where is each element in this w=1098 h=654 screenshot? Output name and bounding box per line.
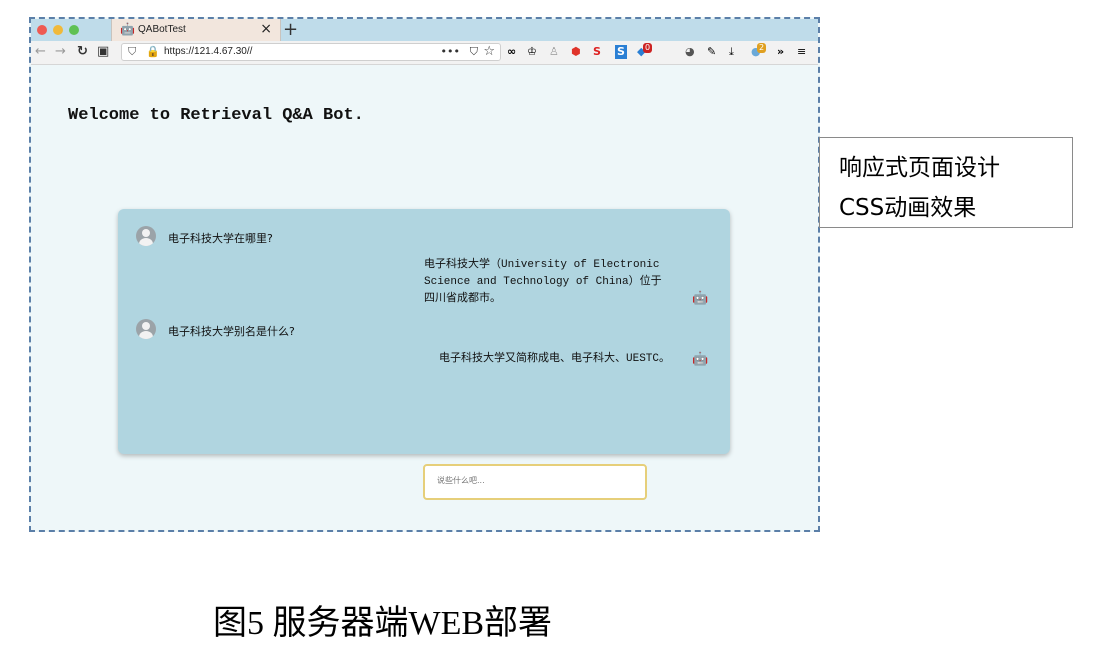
maximize-window-button[interactable] (69, 25, 79, 35)
tab-bar: 🤖 QABotTest × + (31, 19, 818, 41)
wrench-icon[interactable]: ✎ (707, 45, 716, 59)
puzzle-extension-icon[interactable]: ◆ 0 (637, 43, 653, 59)
browser-window: 🤖 QABotTest × + ← → ↻ ▣ ⛉ 🔒 https://121.… (29, 17, 820, 532)
bookmark-star-icon[interactable]: ☆ (483, 44, 495, 59)
globe-extension-icon[interactable]: ◕ (685, 45, 695, 59)
bot-message: 电子科技大学又简称成电、电子科大、UESTC。 (439, 351, 699, 368)
annotation-line: 响应式页面设计 (839, 155, 1000, 181)
forward-arrow-icon[interactable]: → (55, 44, 66, 60)
bot-message-line: Science and Technology of China）位于 (424, 276, 662, 288)
user-message: 电子科技大学在哪里? (168, 232, 273, 245)
figure-caption: 图5 服务器端WEB部署 (213, 605, 553, 642)
tab-title: QABotTest (138, 24, 186, 35)
user-avatar (136, 226, 156, 246)
tracking-shield-icon[interactable]: ⛉ (128, 45, 136, 59)
cloud-extension-icon[interactable]: ● 2 (751, 43, 767, 59)
annotation-box: 响应式页面设计 CSS动画效果 (819, 137, 1073, 228)
download-icon[interactable]: ⤓ (729, 45, 734, 59)
extension-badge-red: 0 (643, 43, 653, 53)
robot-icon: 🤖 (692, 291, 709, 306)
url-text[interactable]: https://121.4.67.30// (164, 46, 252, 57)
adblock-extension-icon[interactable]: ⬢ (571, 45, 581, 59)
new-tab-icon[interactable]: + (283, 19, 298, 41)
url-bar[interactable]: ⛉ 🔒 https://121.4.67.30// ••• ⛉ ☆ (121, 43, 501, 61)
bot-message-line: 四川省成都市。 (424, 293, 501, 305)
extension-icon[interactable]: ♔ (527, 45, 537, 59)
annotation-line: CSS动画效果 (839, 195, 977, 221)
bot-message-line: 电子科技大学又简称成电、电子科大、UESTC。 (439, 353, 671, 365)
page-actions-icon[interactable]: ••• (441, 45, 460, 58)
bot-message: 电子科技大学（University of Electronic Science … (424, 257, 694, 308)
pocket-icon[interactable]: ⛉ (470, 45, 478, 59)
close-tab-icon[interactable]: × (260, 21, 272, 37)
robot-icon: 🤖 (692, 352, 709, 367)
back-arrow-icon[interactable]: ← (35, 44, 46, 60)
chat-input-box[interactable] (423, 464, 647, 500)
hamburger-menu-icon[interactable]: ≡ (797, 45, 806, 59)
insecure-lock-icon[interactable]: 🔒 (146, 45, 160, 58)
s-blue-extension-icon[interactable]: S (615, 45, 627, 59)
bot-message-line: 电子科技大学（University of Electronic (424, 259, 660, 271)
robot-favicon-icon: 🤖 (120, 22, 135, 36)
infinity-extension-icon[interactable]: ∞ (507, 45, 516, 59)
chat-panel: 电子科技大学在哪里? 电子科技大学（University of Electron… (118, 209, 730, 454)
sidebar-icon[interactable]: ▣ (97, 44, 109, 60)
s-extension-icon[interactable]: S (593, 45, 601, 59)
page-title: Welcome to Retrieval Q&A Bot. (68, 106, 364, 125)
navigation-toolbar: ← → ↻ ▣ ⛉ 🔒 https://121.4.67.30// ••• ⛉ … (31, 41, 818, 65)
minimize-window-button[interactable] (53, 25, 63, 35)
close-window-button[interactable] (37, 25, 47, 35)
overflow-menu-icon[interactable]: » (777, 45, 784, 59)
chat-input[interactable] (435, 475, 639, 486)
extension-badge: 2 (757, 43, 767, 53)
reload-icon[interactable]: ↻ (77, 44, 88, 60)
user-avatar (136, 319, 156, 339)
user-message: 电子科技大学别名是什么? (168, 325, 295, 338)
tab-qabottest[interactable]: 🤖 QABotTest × (111, 19, 281, 41)
incognito-extension-icon[interactable]: ♙ (549, 45, 559, 59)
